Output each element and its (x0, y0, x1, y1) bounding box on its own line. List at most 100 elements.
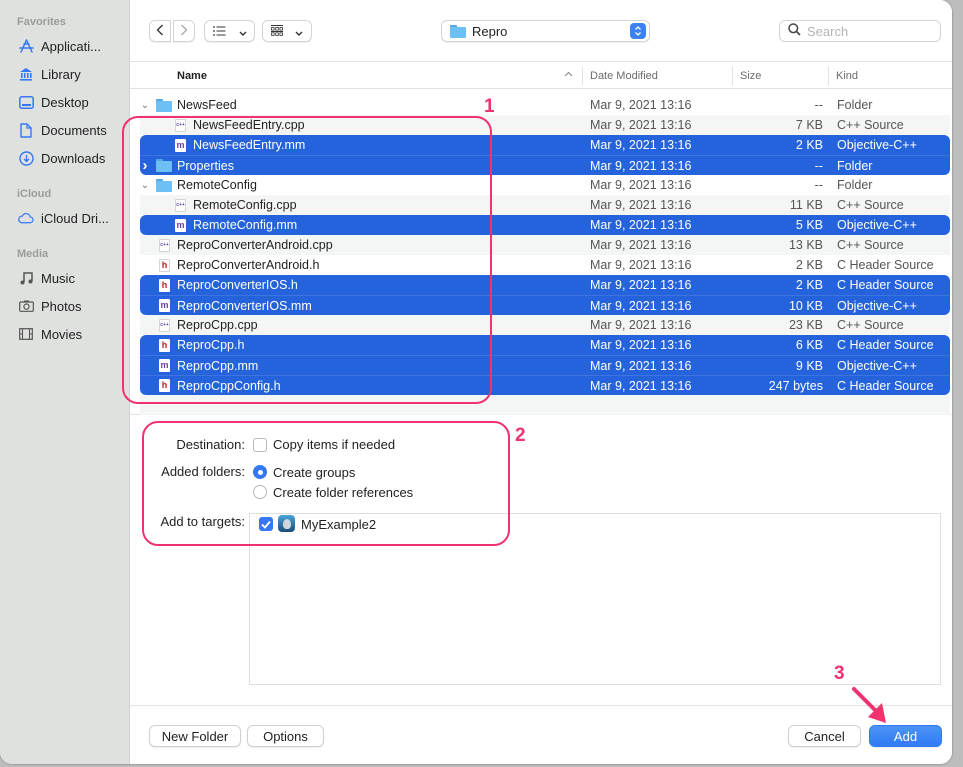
sidebar-item-icloud-drive[interactable]: iCloud Dri... (18, 208, 109, 228)
cpp-file-icon: c++ (175, 198, 186, 212)
file-row[interactable]: c++ NewsFeedEntry.cpp Mar 9, 2021 13:16 7 K… (140, 115, 950, 135)
file-row[interactable]: h ReproCpp.h Mar 9, 2021 13:16 6 KB C Header… (140, 335, 950, 355)
file-size: 11 KB (789, 198, 823, 212)
copy-items-checkbox[interactable] (253, 438, 267, 452)
file-date-modified: Mar 9, 2021 13:16 (590, 338, 692, 352)
sidebar-item-desktop[interactable]: Desktop (18, 92, 89, 112)
file-kind: C Header Source (837, 278, 934, 292)
copy-items-label[interactable]: Copy items if needed (273, 437, 395, 452)
target-checkbox[interactable] (259, 517, 273, 531)
column-divider[interactable] (828, 67, 829, 85)
search-input[interactable] (807, 23, 927, 39)
create-folder-references-label[interactable]: Create folder references (273, 485, 413, 500)
file-row[interactable]: m ReproConverterIOS.mm Mar 9, 2021 13:16 10… (140, 295, 950, 315)
grid-view-icon (271, 24, 283, 39)
file-kind: Objective-C++ (837, 138, 917, 152)
cancel-button[interactable]: Cancel (788, 725, 861, 747)
desktop-icon (18, 94, 34, 110)
file-row[interactable]: h ReproConverterIOS.h Mar 9, 2021 13:16 2 K… (140, 275, 950, 295)
file-date-modified: Mar 9, 2021 13:16 (590, 138, 692, 152)
file-row[interactable]: c++ RemoteConfig.cpp Mar 9, 2021 13:16 11 K… (140, 195, 950, 215)
header-file-icon: h (159, 338, 170, 352)
sidebar-item-downloads[interactable]: Downloads (18, 148, 105, 168)
create-folder-references-radio[interactable] (253, 485, 267, 499)
file-row[interactable]: m RemoteConfig.mm Mar 9, 2021 13:16 5 KB Obj… (140, 215, 950, 235)
forward-button[interactable] (173, 20, 195, 42)
sort-ascending-icon (564, 69, 573, 80)
targets-list: MyExample2 (249, 513, 941, 685)
create-groups-label[interactable]: Create groups (273, 465, 355, 480)
file-size: -- (814, 158, 823, 173)
column-divider[interactable] (732, 67, 733, 85)
file-date-modified: Mar 9, 2021 13:16 (590, 98, 692, 112)
added-folders-label: Added folders: (161, 464, 245, 479)
file-name: ReproConverterAndroid.cpp (177, 238, 333, 252)
file-kind: C Header Source (837, 338, 934, 352)
file-name: NewsFeed (177, 98, 237, 112)
back-button[interactable] (149, 20, 171, 42)
options-button[interactable]: Options (247, 725, 324, 747)
add-button[interactable]: Add (869, 725, 942, 747)
file-name: RemoteConfig (177, 178, 257, 192)
sidebar-item-label: Applicati... (41, 38, 101, 54)
file-date-modified: Mar 9, 2021 13:16 (590, 358, 692, 373)
file-row[interactable]: h ReproCppConfig.h Mar 9, 2021 13:16 247 by… (140, 375, 950, 395)
sidebar-section-favorites: Favorites (17, 16, 66, 28)
column-kind[interactable]: Kind (836, 70, 858, 82)
sidebar-item-movies[interactable]: Movies (18, 324, 82, 344)
column-size[interactable]: Size (740, 70, 761, 82)
file-row[interactable]: h ReproConverterAndroid.h Mar 9, 2021 13:1… (140, 255, 950, 275)
column-date-modified[interactable]: Date Modified (590, 70, 658, 82)
column-divider[interactable] (582, 67, 583, 85)
view-mode-button[interactable] (204, 20, 255, 42)
file-size: 6 KB (795, 338, 823, 352)
file-row[interactable]: › Properties Mar 9, 2021 13:16 -- Folder (140, 155, 950, 175)
sidebar-item-label: Documents (41, 122, 107, 138)
file-row[interactable]: c++ ReproConverterAndroid.cpp Mar 9, 2021 … (140, 235, 950, 255)
file-kind: Folder (837, 158, 873, 173)
file-row[interactable]: c++ ReproCpp.cpp Mar 9, 2021 13:16 23 KB C++… (140, 315, 950, 335)
group-button[interactable] (262, 20, 312, 42)
disclosure-collapsed-icon[interactable]: › (140, 157, 150, 174)
file-row[interactable]: m NewsFeedEntry.mm Mar 9, 2021 13:16 2 KB Ob… (140, 135, 950, 155)
new-folder-button[interactable]: New Folder (149, 725, 241, 747)
cloud-icon (18, 210, 34, 226)
file-size: 2 KB (795, 138, 823, 152)
file-row[interactable]: m ReproCpp.mm Mar 9, 2021 13:16 9 KB Objecti… (140, 355, 950, 375)
file-kind: Folder (837, 98, 873, 112)
sidebar-item-documents[interactable]: Documents (18, 120, 107, 140)
file-name: RemoteConfig.mm (193, 218, 298, 232)
document-icon (18, 122, 34, 138)
sidebar-item-photos[interactable]: Photos (18, 296, 81, 316)
file-name: NewsFeedEntry.mm (193, 138, 306, 152)
sidebar-item-music[interactable]: Music (18, 268, 75, 288)
chevron-right-icon (180, 24, 188, 39)
file-date-modified: Mar 9, 2021 13:16 (590, 178, 692, 192)
file-size: 23 KB (788, 318, 823, 332)
cpp-file-icon: c++ (159, 238, 170, 252)
create-groups-radio[interactable] (253, 465, 267, 479)
toolbar: Repro (130, 0, 952, 62)
sidebar: Favorites Applicati... Library Desktop D… (0, 0, 130, 764)
file-kind: Objective-C++ (837, 358, 917, 373)
app-target-icon (278, 515, 295, 532)
location-popup[interactable]: Repro (441, 20, 650, 42)
column-name[interactable]: Name (177, 70, 207, 82)
file-kind: Objective-C++ (837, 218, 917, 232)
sidebar-item-library[interactable]: Library (18, 64, 81, 84)
folder-icon (450, 24, 466, 38)
list-view-icon (212, 24, 226, 39)
header-file-icon: h (159, 379, 170, 392)
file-size: 9 KB (795, 358, 823, 373)
sidebar-item-applications[interactable]: Applicati... (18, 36, 101, 56)
file-name: ReproCpp.cpp (177, 318, 258, 332)
disclosure-expanded-icon[interactable]: ⌄ (140, 100, 150, 111)
disclosure-expanded-icon[interactable]: ⌄ (140, 180, 150, 191)
search-field[interactable] (779, 20, 941, 42)
file-name: NewsFeedEntry.cpp (193, 118, 305, 132)
file-size: 10 KB (788, 298, 823, 313)
header-file-icon: h (159, 258, 170, 272)
file-row[interactable]: ⌄ RemoteConfig Mar 9, 2021 13:16 -- Folder (140, 175, 950, 195)
header-file-icon: h (159, 278, 170, 292)
file-row[interactable]: ⌄ NewsFeed Mar 9, 2021 13:16 -- Folder (140, 95, 950, 115)
